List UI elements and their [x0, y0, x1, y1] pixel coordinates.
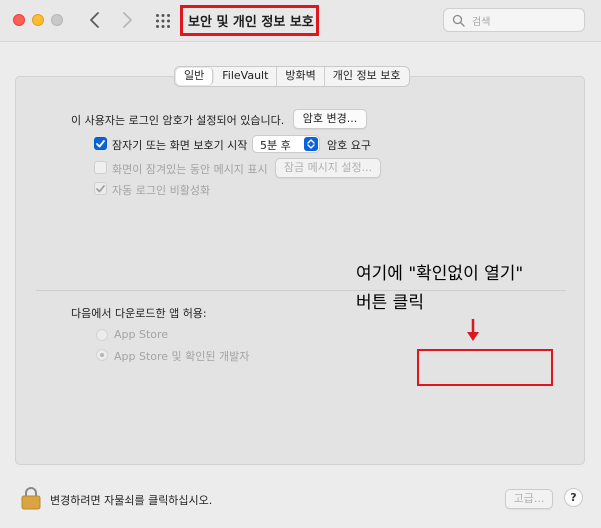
- updown-chevron-icon: [304, 137, 318, 151]
- tab-privacy[interactable]: 개인 정보 보호: [325, 67, 409, 86]
- annotation-down-arrow-icon: [467, 319, 479, 341]
- system-preferences-window: 보안 및 개인 정보 보호 검색 일반 FileVault 방화벽 개인 정보 …: [0, 0, 601, 528]
- forward-arrow-icon[interactable]: [120, 9, 134, 31]
- tab-general[interactable]: 일반: [176, 68, 214, 85]
- window-title: 보안 및 개인 정보 보호: [188, 15, 314, 30]
- downloads-heading: 다음에서 다운로드한 앱 허용:: [71, 307, 207, 320]
- password-notice: 이 사용자는 로그인 암호가 설정되어 있습니다.: [71, 114, 285, 127]
- search-field[interactable]: 검색: [443, 8, 585, 32]
- require-password-delay-select[interactable]: 5분 후: [252, 135, 320, 153]
- change-password-button[interactable]: 암호 변경...: [293, 109, 367, 129]
- radio-app-store-label: App Store: [114, 328, 169, 341]
- section-divider: [36, 290, 566, 291]
- lock-message-label: 화면이 잠겨있는 동안 메시지 표시: [112, 163, 268, 176]
- show-all-grid-icon[interactable]: [155, 13, 171, 29]
- search-icon: [452, 14, 465, 27]
- tab-firewall[interactable]: 방화벽: [277, 67, 325, 86]
- lock-icon[interactable]: [20, 486, 42, 510]
- help-button[interactable]: ?: [564, 488, 583, 507]
- radio-app-store-identified-label: App Store 및 확인된 개발자: [114, 350, 250, 363]
- disable-auto-login-checkbox[interactable]: [94, 182, 107, 195]
- require-password-label: 잠자기 또는 화면 보호기 시작: [112, 139, 248, 152]
- checkmark-icon: [96, 185, 105, 193]
- annotation-line-1: 여기에 "확인없이 열기": [356, 264, 524, 284]
- back-arrow-icon[interactable]: [88, 9, 102, 31]
- require-password-checkbox[interactable]: [94, 137, 107, 150]
- minimize-window-button[interactable]: [32, 14, 44, 26]
- title-bar: 보안 및 개인 정보 보호 검색: [0, 0, 601, 42]
- annotation-highlight-box: [417, 349, 553, 386]
- radio-app-store-identified[interactable]: [96, 349, 108, 361]
- lock-message-checkbox[interactable]: [94, 161, 107, 174]
- require-password-suffix: 암호 요구: [327, 139, 371, 152]
- radio-selected-dot: [100, 353, 104, 357]
- search-placeholder: 검색: [472, 17, 491, 28]
- tab-bar: 일반 FileVault 방화벽 개인 정보 보호: [174, 66, 410, 87]
- tab-filevault[interactable]: FileVault: [214, 67, 278, 86]
- checkmark-icon: [96, 140, 105, 148]
- lock-instruction: 변경하려면 자물쇠를 클릭하십시오.: [50, 494, 213, 507]
- close-window-button[interactable]: [13, 14, 25, 26]
- set-lock-message-button[interactable]: 잠금 메시지 설정...: [275, 158, 381, 178]
- disable-auto-login-label: 자동 로그인 비활성화: [112, 184, 211, 197]
- radio-app-store[interactable]: [96, 329, 108, 341]
- advanced-button[interactable]: 고급...: [505, 489, 553, 509]
- require-password-delay-value: 5분 후: [260, 139, 291, 152]
- zoom-window-button[interactable]: [51, 14, 63, 26]
- annotation-line-2: 버튼 클릭: [356, 293, 424, 313]
